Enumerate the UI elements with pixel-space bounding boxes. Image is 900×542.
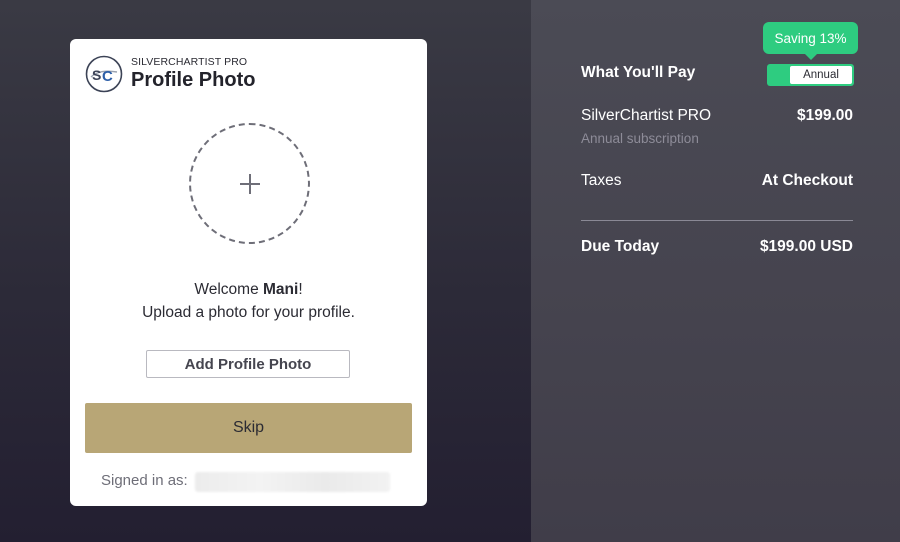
skip-button[interactable]: Skip [85, 403, 412, 453]
brand-name: SILVERCHARTIST PRO [131, 56, 248, 68]
user-name: Mani [263, 281, 299, 298]
taxes-label: Taxes [581, 172, 622, 189]
signed-in-label: Signed in as: [101, 472, 188, 489]
svg-text:S: S [92, 67, 101, 83]
due-today-label: Due Today [581, 238, 660, 255]
product-subtitle: Annual subscription [581, 131, 699, 146]
welcome-prefix: Welcome [194, 281, 263, 298]
summary-divider [581, 220, 853, 221]
summary-title: What You'll Pay [581, 64, 696, 81]
photo-upload-area[interactable] [189, 123, 310, 244]
svg-text:C: C [102, 68, 113, 85]
welcome-line: Welcome Mani! [70, 278, 427, 301]
signed-in-email-redacted [195, 472, 390, 492]
welcome-message: Welcome Mani! Upload a photo for your pr… [70, 278, 427, 324]
page-title: Profile Photo [131, 69, 256, 91]
add-profile-photo-button[interactable]: Add Profile Photo [146, 350, 350, 378]
silverchartist-logo-icon: S C [85, 55, 123, 93]
saving-badge-pointer [804, 53, 818, 60]
saving-badge: Saving 13% [763, 22, 858, 54]
billing-period-selected: Annual [790, 66, 852, 84]
product-price: $199.00 [796, 107, 853, 124]
profile-photo-card: S C SILVERCHARTIST PRO Profile Photo Wel… [70, 39, 427, 506]
plus-icon [239, 173, 260, 194]
upload-prompt: Upload a photo for your profile. [142, 304, 355, 321]
billing-period-toggle[interactable]: Annual [767, 64, 854, 86]
product-name: SilverChartist PRO [581, 107, 712, 124]
welcome-suffix: ! [298, 281, 303, 298]
due-today-value: $199.00 USD [759, 238, 853, 255]
taxes-value: At Checkout [761, 172, 853, 189]
